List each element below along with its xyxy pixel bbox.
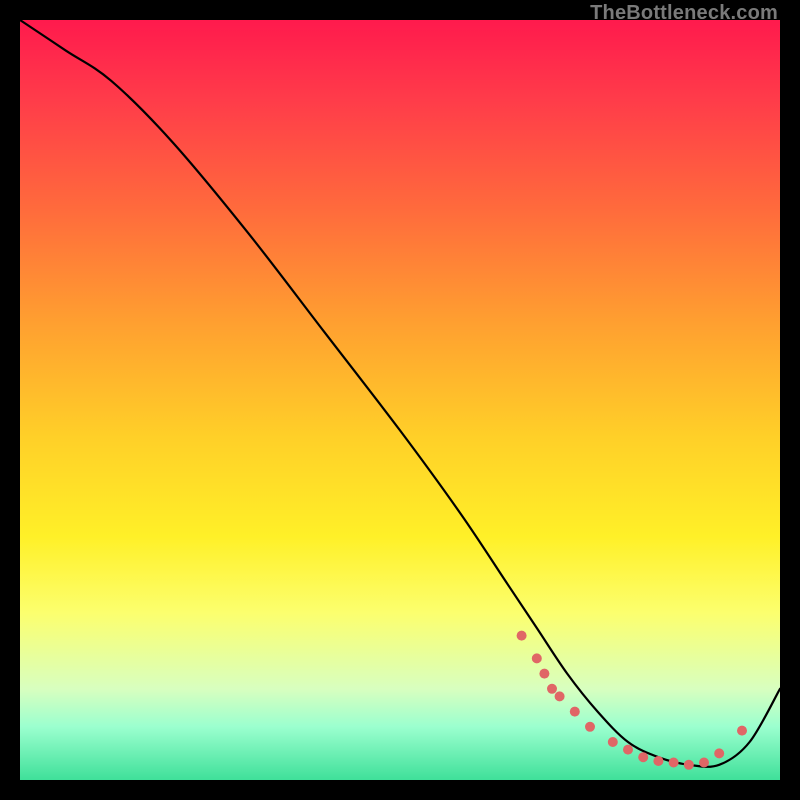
marker-point — [555, 691, 565, 701]
marker-point — [547, 684, 557, 694]
marker-point — [638, 752, 648, 762]
marker-point — [684, 760, 694, 770]
marker-point — [714, 748, 724, 758]
marker-point — [585, 722, 595, 732]
marker-point — [570, 707, 580, 717]
marker-point — [532, 653, 542, 663]
plot-area — [20, 20, 780, 780]
marker-point — [623, 745, 633, 755]
marker-point — [737, 726, 747, 736]
marker-point — [539, 669, 549, 679]
marker-point — [699, 758, 709, 768]
marker-point — [608, 737, 618, 747]
marker-point — [669, 758, 679, 768]
bottleneck-curve — [20, 20, 780, 767]
marker-point — [653, 756, 663, 766]
curve-layer — [20, 20, 780, 780]
chart-stage: TheBottleneck.com — [0, 0, 800, 800]
marker-point — [517, 631, 527, 641]
